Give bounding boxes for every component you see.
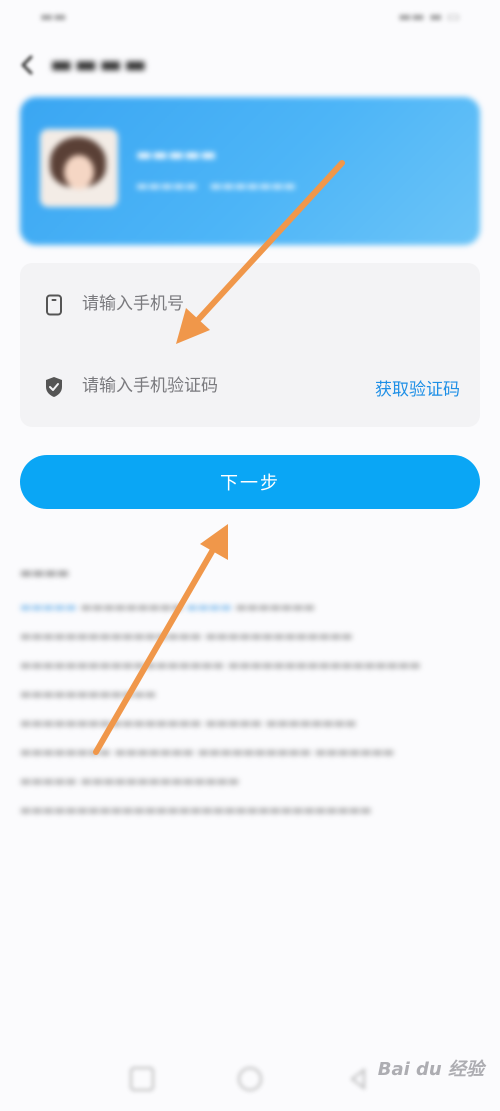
account-sub-blurred: ▬▬▬▬▬ ▬▬▬▬▬▬▬ (136, 179, 296, 194)
status-bar: ▬▬ ▬▬ ▬ ▭ (0, 0, 500, 36)
login-form: 获取验证码 (20, 263, 480, 427)
account-name-blurred: ▬▬▬▬▬ (136, 145, 217, 165)
get-code-button[interactable]: 获取验证码 (375, 375, 460, 400)
watermark: Bai du 经验 (377, 1059, 484, 1080)
recent-apps-icon[interactable] (130, 1067, 154, 1091)
shield-check-icon (42, 375, 66, 399)
code-row: 获取验证码 (20, 345, 480, 427)
back-arrow-icon[interactable] (14, 52, 40, 78)
status-icons: ▬▬ ▬ ▭ (398, 9, 460, 25)
phone-icon (42, 293, 66, 317)
phone-row (20, 263, 480, 345)
account-card: ▬▬▬▬▬ ▬▬▬▬▬ ▬▬▬▬▬▬▬ (20, 97, 480, 245)
status-time: ▬▬ (40, 9, 67, 25)
verification-code-input[interactable] (82, 371, 362, 401)
header: ▬▬▬▬ (0, 40, 500, 90)
next-step-button[interactable]: 下一步 (20, 455, 480, 509)
avatar (40, 129, 118, 207)
page-title: ▬▬▬▬ (50, 50, 149, 78)
notice-blurred: ▬▬▬▬ ▬▬▬▬▬ ▬▬▬▬▬▬▬▬▬ ▬▬▬▬ ▬▬▬▬▬▬▬ ▬▬▬▬▬▬… (20, 566, 421, 817)
phone-input[interactable] (82, 289, 362, 319)
system-back-icon[interactable] (346, 1067, 370, 1091)
home-icon[interactable] (238, 1067, 262, 1091)
